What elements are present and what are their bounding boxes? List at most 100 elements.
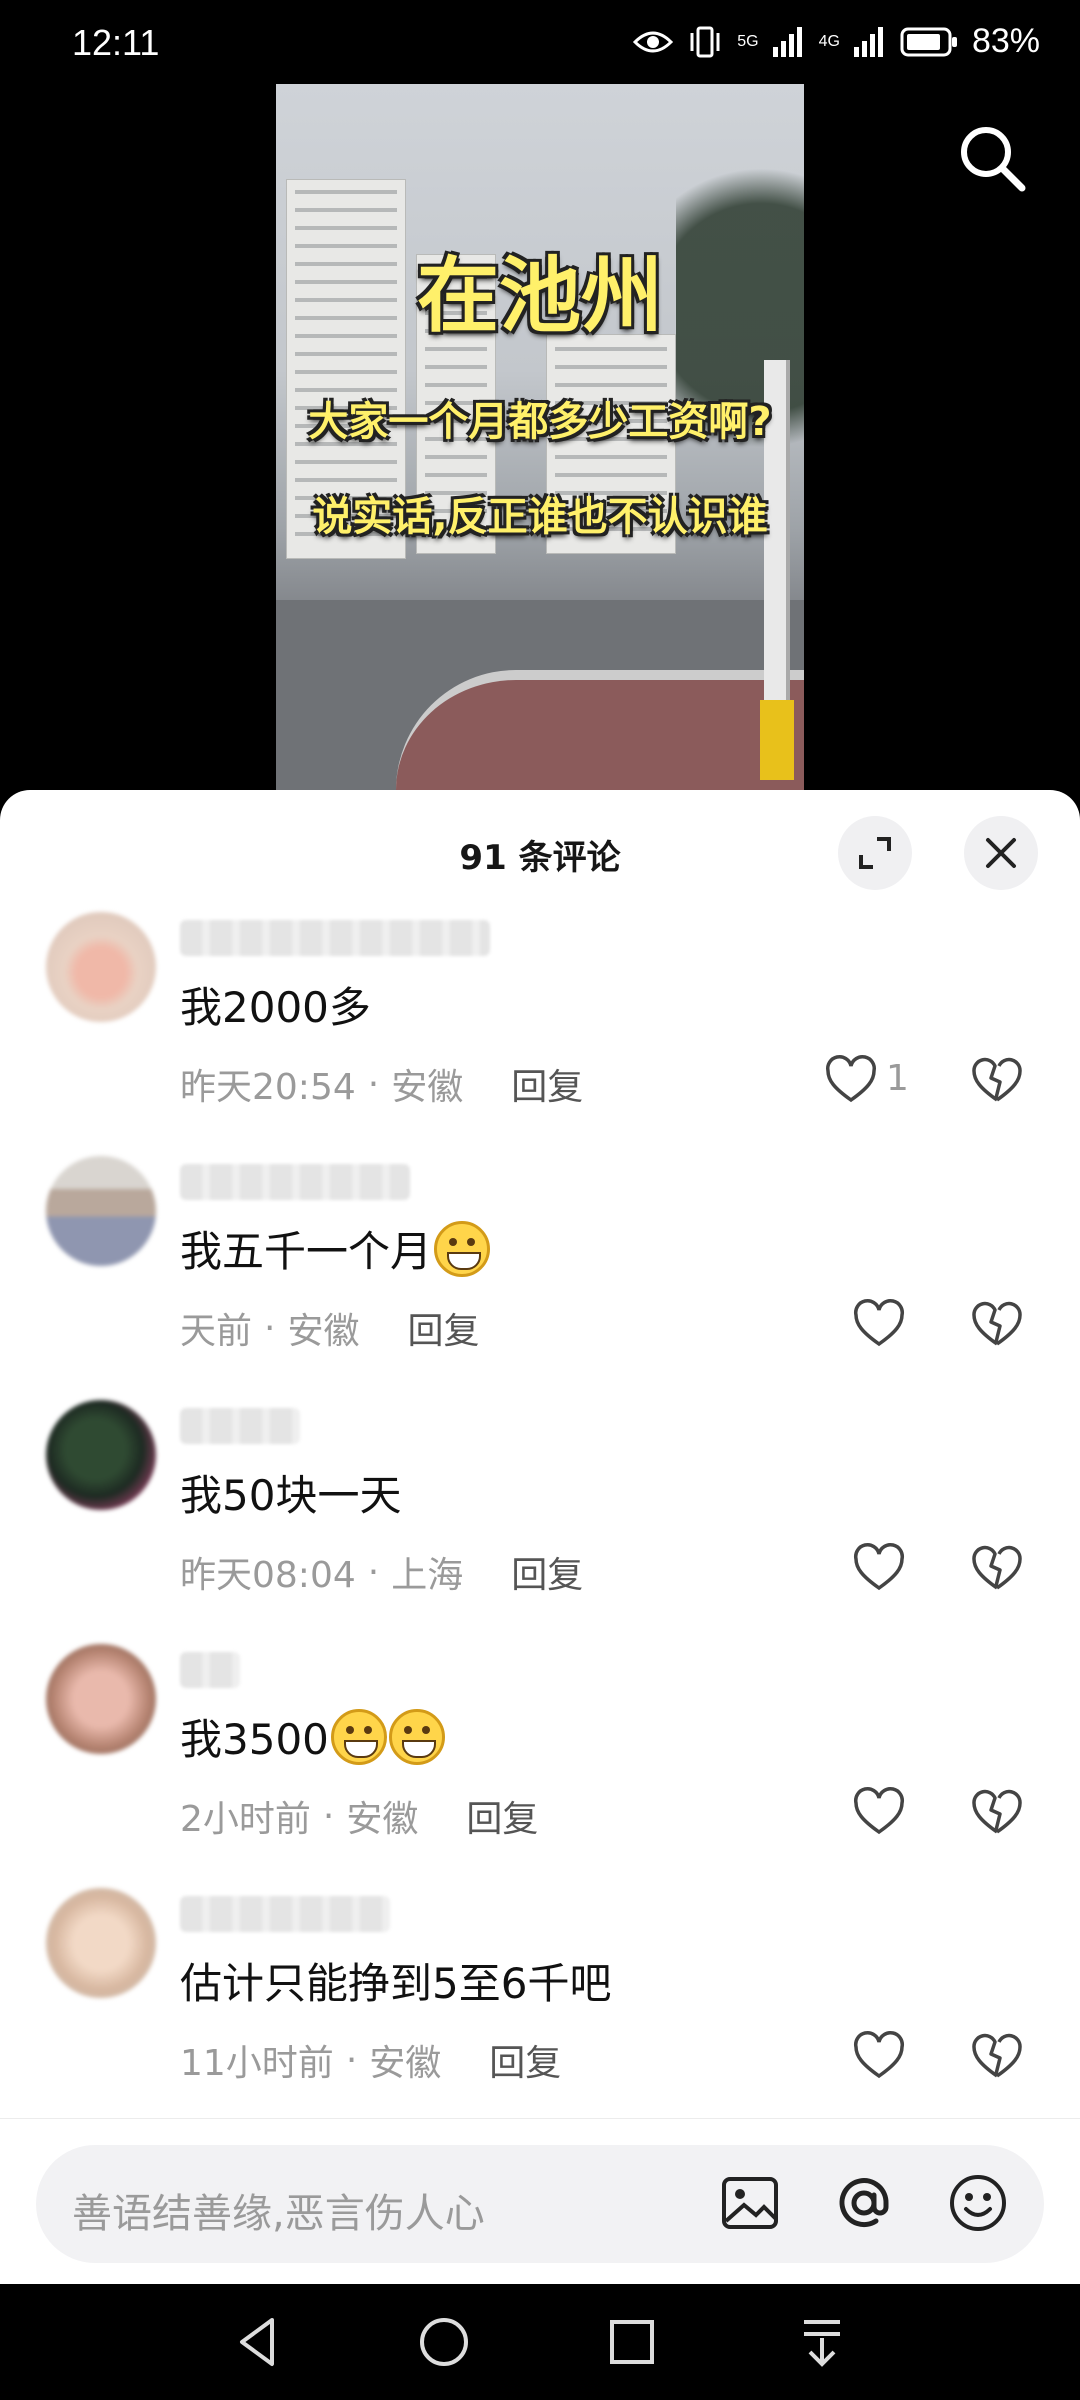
separator: · [345, 2039, 358, 2081]
status-icons: 5G 4G 83% [633, 22, 1040, 61]
network-label-1: 5G [737, 32, 759, 50]
comment-item: 我3500 2小时前 · 安徽 回复 [0, 1640, 1080, 1884]
username-blurred[interactable] [180, 1408, 300, 1444]
username-blurred[interactable] [180, 920, 490, 956]
comment-input-bar: 善语结善缘,恶言伤人心 [0, 2118, 1080, 2284]
broken-heart-icon[interactable] [970, 1298, 1024, 1352]
close-icon [986, 838, 1016, 868]
menu-icon[interactable] [790, 2310, 854, 2374]
at-icon[interactable] [828, 2167, 900, 2239]
pole-base [760, 700, 794, 780]
separator: · [322, 1795, 335, 1837]
comment-body: 我3500 [180, 1715, 329, 1764]
grin-emoji-icon [434, 1220, 491, 1277]
username-blurred[interactable] [180, 1896, 390, 1932]
comment-location: 上海 [391, 1555, 464, 1596]
status-time: 12:11 [72, 22, 160, 63]
reply-button[interactable]: 回复 [489, 2034, 561, 2086]
reply-button[interactable]: 回复 [407, 1302, 479, 1354]
comments-sheet: 91 条评论 我2000多 昨天20:54 · 安徽 回复 1 我五千一个月 天… [0, 790, 1080, 2284]
comment-text: 我五千一个月 [180, 1218, 491, 1279]
comment-body: 我50块一天 [180, 1471, 402, 1520]
comment-body: 估计只能挣到5至6千吧 [180, 1959, 612, 2008]
username-blurred[interactable] [180, 1164, 410, 1200]
username-blurred[interactable] [180, 1652, 240, 1688]
comment-time: 2小时前 [180, 1799, 311, 1840]
emoji-icon[interactable] [942, 2167, 1014, 2239]
comment-item: 我五千一个月 天前 · 安徽 回复 [0, 1152, 1080, 1396]
comment-item: 估计只能挣到5至6千吧 11小时前 · 安徽 回复 [0, 1884, 1080, 2128]
battery-icon [900, 27, 957, 56]
expand-button[interactable] [838, 816, 912, 890]
heart-icon[interactable] [852, 1786, 906, 1840]
comment-time: 昨天20:54 [180, 1067, 356, 1108]
separator: · [264, 1307, 276, 1349]
comment-time: 11小时前 [180, 2043, 334, 2084]
comment-list: 我2000多 昨天20:54 · 安徽 回复 1 我五千一个月 天前 · 安徽 … [0, 908, 1080, 2128]
separator: · [367, 1551, 380, 1593]
comment-location: 安徽 [346, 1799, 419, 1840]
broken-heart-icon[interactable] [970, 1054, 1024, 1108]
comment-location: 安徽 [287, 1311, 360, 1352]
video-caption-2: 说实话,反正谁也不认识谁 [312, 494, 768, 540]
recents-icon[interactable] [600, 2310, 664, 2374]
heart-icon[interactable] [824, 1054, 878, 1108]
video-caption-1: 大家一个月都多少工资啊? [308, 399, 772, 445]
video-player[interactable]: 在池州 大家一个月都多少工资啊? 说实话,反正谁也不认识谁 [0, 84, 1080, 800]
network-label-2: 4G [818, 32, 840, 50]
search-icon[interactable] [952, 118, 1032, 198]
expand-icon [859, 837, 891, 869]
battery-level: 83% [971, 22, 1040, 60]
avatar[interactable] [46, 1400, 156, 1510]
comment-meta: 昨天20:54 · 安徽 回复 [180, 1058, 583, 1110]
avatar[interactable] [46, 912, 156, 1022]
comment-body: 我2000多 [180, 983, 371, 1032]
heart-icon[interactable] [852, 1542, 906, 1596]
sidewalk [396, 670, 804, 800]
input-placeholder: 善语结善缘,恶言伤人心 [72, 2191, 485, 2237]
like-count: 1 [886, 1058, 909, 1099]
grin-emoji-icon [388, 1708, 445, 1765]
system-navigation-bar [0, 2284, 1080, 2400]
heart-icon[interactable] [852, 2030, 906, 2084]
comment-location: 安徽 [369, 2043, 442, 2084]
separator: · [367, 1063, 380, 1105]
avatar[interactable] [46, 1644, 156, 1754]
image-icon[interactable] [714, 2167, 786, 2239]
eye-icon [633, 31, 674, 52]
broken-heart-icon[interactable] [970, 1786, 1024, 1840]
comment-text: 估计只能挣到5至6千吧 [180, 1950, 611, 2011]
signal-icon-2 [853, 26, 883, 57]
comment-text: 我3500 [180, 1706, 445, 1767]
comment-text: 我50块一天 [180, 1462, 401, 1523]
avatar[interactable] [46, 1156, 156, 1266]
video-title: 在池州 [416, 249, 663, 344]
comment-body: 我五千一个月 [180, 1227, 433, 1276]
vibrate-icon [690, 26, 720, 57]
back-icon[interactable] [226, 2310, 290, 2374]
status-bar: 12:11 5G 4G 83% [0, 0, 1080, 84]
comment-meta: 天前 · 安徽 回复 [180, 1302, 480, 1354]
comment-item: 我2000多 昨天20:54 · 安徽 回复 1 [0, 908, 1080, 1152]
reply-button[interactable]: 回复 [511, 1546, 583, 1598]
comment-meta: 2小时前 · 安徽 回复 [180, 1790, 538, 1842]
comment-input[interactable]: 善语结善缘,恶言伤人心 [36, 2145, 1044, 2263]
comment-meta: 11小时前 · 安徽 回复 [180, 2034, 561, 2086]
broken-heart-icon[interactable] [970, 2030, 1024, 2084]
comments-title: 91 条评论 [459, 838, 621, 878]
comment-meta: 昨天08:04 · 上海 回复 [180, 1546, 583, 1598]
comment-location: 安徽 [391, 1067, 464, 1108]
home-icon[interactable] [412, 2310, 476, 2374]
close-button[interactable] [964, 816, 1038, 890]
avatar[interactable] [46, 1888, 156, 1998]
grin-emoji-icon [330, 1708, 387, 1765]
comment-time: 天前 [180, 1311, 253, 1352]
reply-button[interactable]: 回复 [466, 1790, 538, 1842]
reply-button[interactable]: 回复 [511, 1058, 583, 1110]
broken-heart-icon[interactable] [970, 1542, 1024, 1596]
video-thumbnail[interactable]: 在池州 大家一个月都多少工资啊? 说实话,反正谁也不认识谁 [276, 84, 804, 800]
signal-icon [772, 26, 802, 57]
comment-item: 我50块一天 昨天08:04 · 上海 回复 [0, 1396, 1080, 1640]
heart-icon[interactable] [852, 1298, 906, 1352]
comment-time: 昨天08:04 [180, 1555, 356, 1596]
